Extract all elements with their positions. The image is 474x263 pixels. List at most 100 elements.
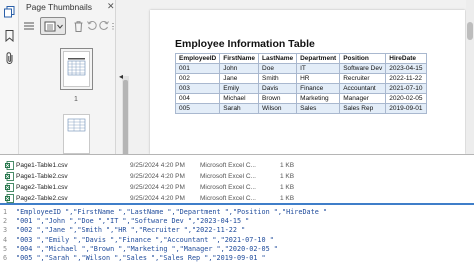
pdf-viewer: Page Thumbnails ✕ ⋮ 1 ◂ Employee Informa… — [0, 0, 474, 154]
file-name: Page1-Table2.csv — [16, 173, 68, 180]
table-cell: Emily — [219, 83, 260, 94]
file-row[interactable]: Page2-Table2.csv 9/25/2024 4:20 PM Microso… — [0, 193, 474, 204]
thumbnail-view-icon[interactable] — [40, 17, 66, 35]
thumbnail-toolbar: ⋮ — [22, 17, 117, 35]
csv-file-icon — [5, 161, 14, 170]
file-type: Microsoft Excel C... — [200, 184, 256, 191]
line-content: "004 ","Michael ","Brown ","Marketing ",… — [16, 244, 278, 253]
table-cell: Brown — [258, 93, 298, 104]
table-cell: Doe — [258, 63, 298, 74]
table-cell: Smith — [258, 73, 298, 84]
file-name: Page2-Table1.csv — [16, 184, 68, 191]
file-name: Page1-Table1.csv — [16, 162, 68, 169]
csv-file-icon — [5, 183, 14, 192]
table-cell: 003 — [174, 83, 221, 94]
table-cell: IT — [296, 63, 341, 74]
thumbnail-page-number: 1 — [74, 96, 78, 103]
file-list: Page1-Table1.csv 9/25/2024 4:20 PM Microso… — [0, 154, 474, 205]
file-type: Microsoft Excel C... — [200, 195, 256, 202]
csv-line: 1 "EmployeeID ","FirstName ","LastName ",… — [0, 208, 474, 217]
file-row[interactable]: Page1-Table1.csv 9/25/2024 4:20 PM Microso… — [0, 160, 474, 171]
file-date: 9/25/2024 4:20 PM — [130, 162, 185, 169]
file-type: Microsoft Excel C... — [200, 162, 256, 169]
table-cell: Wilson — [258, 103, 298, 114]
file-row[interactable]: Page1-Table2.csv 9/25/2024 4:20 PM Microso… — [0, 171, 474, 182]
table-cell: 002 — [174, 73, 221, 84]
pdf-page: Employee Information Table EmployeeID Fir… — [150, 10, 465, 154]
file-date: 9/25/2024 4:20 PM — [130, 195, 185, 202]
line-number: 5 — [3, 244, 8, 253]
line-content: "002 ","Jane ","Smith ","HR ","Recruiter… — [16, 226, 246, 235]
table-cell: 001 — [174, 63, 221, 74]
page-scrollbar[interactable] — [466, 0, 474, 154]
table-cell: Jane — [219, 73, 260, 84]
table-header-cell: Position — [339, 53, 387, 64]
table-header-cell: FirstName — [219, 53, 260, 64]
left-rail — [0, 0, 19, 154]
table-cell: Sales Rep — [339, 103, 387, 114]
file-date: 9/25/2024 4:20 PM — [130, 173, 185, 180]
line-number: 4 — [3, 235, 8, 244]
csv-text-view: 1 "EmployeeID ","FirstName ","LastName ",… — [0, 205, 474, 263]
undo-icon[interactable] — [86, 17, 98, 35]
table-cell: Accountant — [339, 83, 387, 94]
table-cell: 2019-09-01 — [385, 103, 427, 114]
delete-icon[interactable] — [72, 17, 84, 35]
file-size: 1 KB — [280, 184, 295, 191]
table-cell: HR — [296, 73, 341, 84]
bookmark-icon[interactable] — [3, 29, 16, 42]
table-cell: Recruiter — [339, 73, 387, 84]
table-cell: Marketing — [296, 93, 341, 104]
table-cell: Sarah — [219, 103, 260, 114]
table-row: 004 Michael Brown Marketing Manager 2020-02-0… — [174, 93, 427, 104]
thumbnail-scrollbar[interactable] — [122, 76, 129, 154]
file-size: 1 KB — [280, 195, 295, 202]
attachment-icon[interactable] — [3, 51, 16, 64]
table-header-cell: EmployeeID — [174, 53, 221, 64]
panel-title: Page Thumbnails — [26, 2, 92, 12]
table-header-cell: HireDate — [385, 53, 427, 64]
line-number: 2 — [3, 217, 8, 226]
csv-file-icon — [5, 172, 14, 181]
table-row: 003 Emily Davis Finance Accountant 2021-07-10 — [174, 83, 427, 94]
line-content: "005 ","Sarah ","Wilson ","Sales ","Sale… — [16, 254, 266, 262]
menu-icon[interactable] — [22, 17, 36, 35]
page-thumbnail[interactable] — [60, 48, 93, 90]
file-type: Microsoft Excel C... — [200, 173, 256, 180]
page-title: Employee Information Table — [175, 38, 315, 50]
csv-line: 4 "003 ","Emily ","Davis ","Finance ","Ac… — [0, 236, 474, 245]
table-header-cell: Department — [296, 53, 341, 64]
table-cell: 2023-04-15 — [385, 63, 427, 74]
table-cell: Manager — [339, 93, 387, 104]
table-cell: Software Dev — [339, 63, 387, 74]
table-cell: Finance — [296, 83, 341, 94]
thumbnail-scrollbar-thumb[interactable] — [123, 80, 128, 154]
csv-line: 2 "001 ","John ","Doe ","IT ","Software D… — [0, 217, 474, 226]
line-content: "003 ","Emily ","Davis ","Finance ","Acc… — [16, 235, 274, 244]
table-cell: 2020-02-05 — [385, 93, 427, 104]
file-name: Page2-Table2.csv — [16, 195, 68, 202]
table-row: 001 John Doe IT Software Dev 2023-04-15 — [174, 63, 427, 74]
table-cell: Michael — [219, 93, 260, 104]
thumbnail-panel: Page Thumbnails ✕ ⋮ 1 — [19, 0, 129, 154]
table-cell: 005 — [174, 103, 221, 114]
table-row: 005 Sarah Wilson Sales Sales Rep 2019-09-01 — [174, 103, 427, 114]
table-cell: 004 — [174, 93, 221, 104]
csv-line: 3 "002 ","Jane ","Smith ","HR ","Recruite… — [0, 226, 474, 235]
file-size: 1 KB — [280, 162, 295, 169]
table-row: 002 Jane Smith HR Recruiter 2022-11-22 — [174, 73, 427, 84]
csv-file-icon — [5, 194, 14, 203]
file-row[interactable]: Page2-Table1.csv 9/25/2024 4:20 PM Microso… — [0, 182, 474, 193]
page-scrollbar-thumb[interactable] — [467, 22, 473, 40]
line-number: 3 — [3, 226, 8, 235]
collapse-panel-icon[interactable]: ◂ — [119, 72, 123, 81]
more-options-icon[interactable]: ⋮ — [109, 17, 117, 35]
file-date: 9/25/2024 4:20 PM — [130, 184, 185, 191]
pages-icon[interactable] — [3, 5, 16, 18]
close-icon[interactable]: ✕ — [107, 1, 115, 12]
page-thumbnail[interactable] — [63, 114, 90, 154]
csv-line: 6 "005 ","Sarah ","Wilson ","Sales ","Sal… — [0, 254, 474, 263]
line-content: "001 ","John ","Doe ","IT ","Software De… — [16, 217, 250, 226]
table-cell: John — [219, 63, 260, 74]
thumbnail-list: 1 — [19, 38, 129, 154]
